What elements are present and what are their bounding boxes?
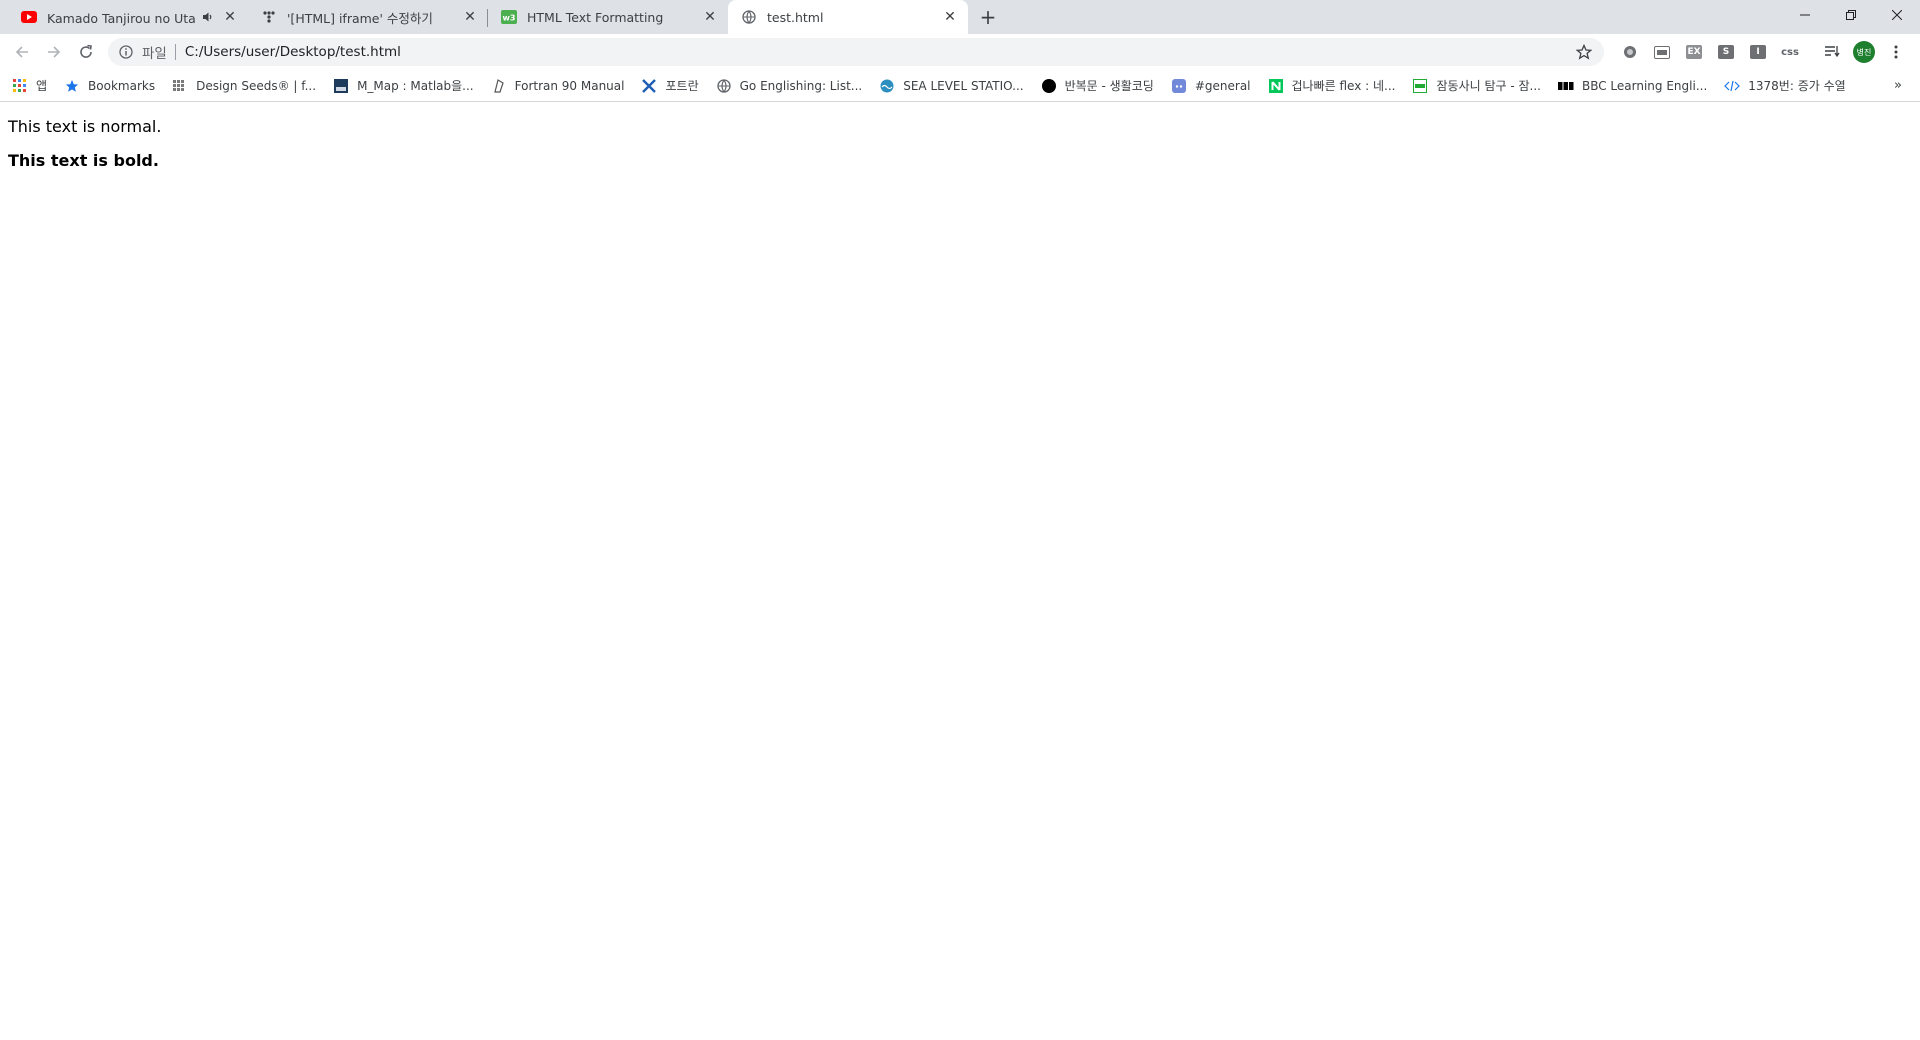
bookmark-label: BBC Learning Engli... [1581,78,1708,93]
tab-title: Kamado Tanjirou no Uta (影 [47,10,196,26]
code-icon [1724,78,1741,94]
new-tab-button[interactable]: + [974,3,1002,31]
tab-test-html[interactable]: test.html ✕ [728,0,968,34]
url-text[interactable]: C:/Users/user/Desktop/test.html [185,44,1574,60]
bookmark-label: Fortran 90 Manual [514,78,625,93]
window-close-icon[interactable] [1874,0,1920,30]
bookmark-label: Go Englishing: List... [739,78,863,93]
bookmark-sea-level[interactable]: SEA LEVEL STATIO... [879,78,1024,94]
bookmark-label: 1378번: 증가 수열 [1748,79,1846,93]
avatar-label: 병진 [1853,41,1875,63]
tab-w3schools[interactable]: w3 HTML Text Formatting ✕ [488,0,728,34]
naver-icon [1268,78,1284,94]
css-extension-icon[interactable]: css [1774,38,1806,66]
youtube-icon [21,9,37,25]
omnibox-divider [174,44,176,60]
close-icon[interactable]: ✕ [702,9,718,25]
extension-label: I [1750,45,1766,59]
address-bar[interactable]: 파일 C:/Users/user/Desktop/test.html [108,38,1604,66]
bookmark-design-seeds[interactable]: Design Seeds® | f... [172,78,316,94]
apps-grid-icon [12,78,28,94]
toolbar: 파일 C:/Users/user/Desktop/test.html EX S … [0,34,1920,70]
bookmark-fortran-manual[interactable]: Fortran 90 Manual [491,78,625,94]
globe-icon [741,9,757,25]
box-extension-icon[interactable]: EX [1678,38,1710,66]
globe-icon [716,78,732,94]
extension-label: S [1718,45,1734,59]
close-icon[interactable]: ✕ [942,9,958,25]
black-circle-icon [1041,78,1057,94]
bookmark-jamdong[interactable]: 잠동사니 탐구 - 잠... [1412,77,1541,94]
sea-level-icon [879,78,895,94]
star-icon [64,78,80,94]
menu-kebab-icon[interactable] [1880,38,1912,66]
profile-avatar[interactable]: 병진 [1848,38,1880,66]
speaker-icon[interactable] [200,9,216,25]
bookmark-label: 겁나빠른 flex : 네... [1291,79,1396,93]
normal-text-paragraph: This text is normal. [8,117,162,136]
bookmark-go-englishing[interactable]: Go Englishing: List... [716,78,863,94]
svg-text:w3: w3 [503,14,516,23]
bookmark-star-icon[interactable] [1574,42,1594,62]
tab-title: test.html [767,9,824,25]
bbc-icon [1557,78,1574,94]
bookmark-label: 잠동사니 탐구 - 잠... [1436,79,1541,93]
close-icon[interactable]: ✕ [222,9,238,25]
bold-text-paragraph: This text is bold. [8,151,159,170]
tab-youtube[interactable]: Kamado Tanjirou no Uta (影 ✕ [8,0,248,34]
s-extension-icon[interactable]: S [1710,38,1742,66]
bookmarks-overflow-icon[interactable]: » [1894,78,1902,93]
restore-icon[interactable] [1828,0,1874,30]
cross-tools-icon [641,78,657,94]
window-controls [1782,0,1920,30]
close-icon[interactable]: ✕ [462,9,478,25]
bookmark-apps[interactable]: 앱 [12,77,47,94]
browser-chrome: Kamado Tanjirou no Uta (影 ✕ '[HTML] ifra… [0,0,1920,102]
reload-icon [80,44,92,58]
bookmark-flex[interactable]: 겁나빠른 flex : 네... [1268,77,1396,94]
bookmark-label: 앱 [36,79,48,93]
reading-list-icon[interactable] [1816,38,1848,66]
bookmark-label: #general [1194,78,1251,93]
forward-button[interactable] [38,36,70,68]
bookmark-label: 반복문 - 생활코딩 [1064,79,1154,93]
back-arrow-icon [15,46,28,58]
bookmark-label: Design Seeds® | f... [196,78,317,93]
tistory-icon [261,9,277,25]
minimize-icon[interactable] [1782,0,1828,30]
tab-strip: Kamado Tanjirou no Uta (影 ✕ '[HTML] ifra… [0,0,1920,34]
circle-extension-icon[interactable] [1614,38,1646,66]
i-extension-icon[interactable]: I [1742,38,1774,66]
back-button[interactable] [6,36,38,68]
bookmark-folder-bookmarks[interactable]: Bookmarks [64,78,155,94]
info-icon[interactable] [118,44,134,60]
mmap-icon [333,78,349,94]
discord-icon [1171,78,1187,94]
bookmark-label: Bookmarks [88,78,156,93]
bookmarks-bar: 앱 Bookmarks Design Seeds® | f... M_Map :… [0,70,1920,102]
window-extension-icon[interactable] [1646,38,1678,66]
page-content: This text is normal. This text is bold. [0,102,1920,200]
w3schools-icon: w3 [501,9,517,25]
fortran-icon [491,78,507,94]
url-scheme-label: 파일 [142,46,167,62]
tab-title: '[HTML] iframe' 수정하기 [287,10,433,26]
bookmark-bbc[interactable]: BBC Learning Engli... [1557,78,1708,94]
bookmark-baekjoon[interactable]: 1378번: 증가 수열 [1724,77,1846,94]
bookmark-fortran-kr[interactable]: 포트란 [641,77,699,94]
extension-label: css [1781,46,1799,58]
bookmark-general[interactable]: #general [1171,78,1251,94]
bookmark-label: 포트란 [665,79,699,93]
green-box-icon [1412,78,1428,94]
tab-title: HTML Text Formatting [527,9,664,25]
bookmark-label: SEA LEVEL STATIO... [903,78,1024,93]
design-seeds-icon [172,78,188,94]
reload-button[interactable] [70,36,102,68]
extension-label: EX [1686,45,1702,59]
bookmark-label: M_Map : Matlab을... [357,79,474,93]
bookmark-opentutorials[interactable]: 반복문 - 생활코딩 [1041,77,1154,94]
tab-iframe-edit[interactable]: '[HTML] iframe' 수정하기 ✕ [248,0,488,34]
forward-arrow-icon [48,46,61,58]
bookmark-mmap[interactable]: M_Map : Matlab을... [333,77,474,94]
